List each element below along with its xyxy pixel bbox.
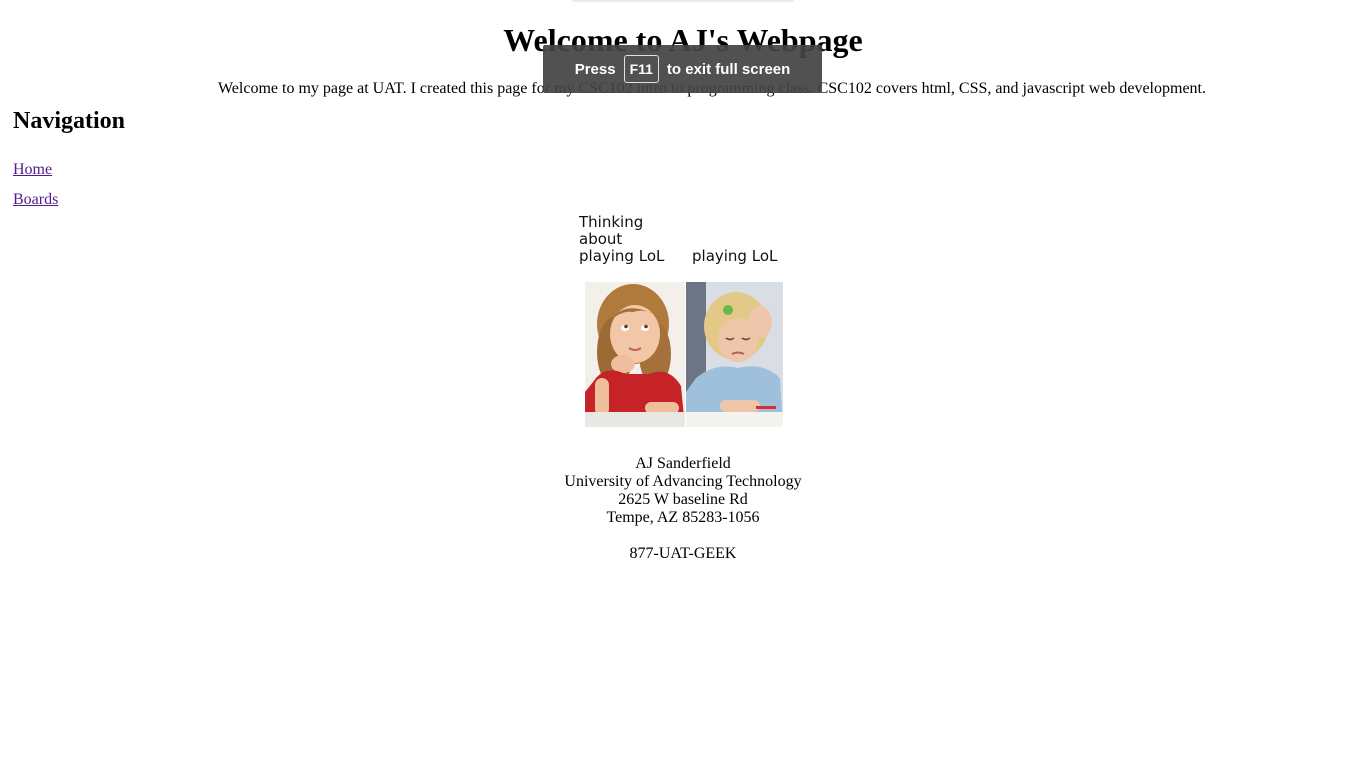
meme-caption-left: Thinking about playing LoL bbox=[579, 213, 665, 265]
top-edge-shadow bbox=[572, 0, 794, 3]
meme-image: Thinking about playing LoL playing LoL bbox=[577, 212, 787, 430]
nav-link-boards[interactable]: Boards bbox=[13, 190, 58, 210]
contact-name: AJ Sanderfield bbox=[635, 455, 731, 472]
meme-caption-right: playing LoL bbox=[692, 247, 778, 265]
contact-organization: University of Advancing Technology bbox=[564, 473, 802, 490]
navigation-heading: Navigation bbox=[13, 108, 126, 134]
girl-frustrated-photo bbox=[686, 282, 783, 427]
contact-street: 2625 W baseline Rd bbox=[618, 491, 748, 508]
toast-suffix: to exit full screen bbox=[666, 60, 791, 78]
f11-key-badge: F11 bbox=[623, 55, 659, 83]
fullscreen-exit-toast: Press F11 to exit full screen bbox=[543, 45, 822, 93]
toast-prefix: Press bbox=[574, 60, 616, 78]
contact-address: AJ Sanderfield University of Advancing T… bbox=[0, 455, 1366, 527]
girl-thinking-photo bbox=[585, 282, 685, 427]
contact-city: Tempe, AZ 85283-1056 bbox=[606, 509, 760, 526]
nav-link-home[interactable]: Home bbox=[13, 160, 52, 180]
contact-phone: 877-UAT-GEEK bbox=[629, 545, 737, 562]
